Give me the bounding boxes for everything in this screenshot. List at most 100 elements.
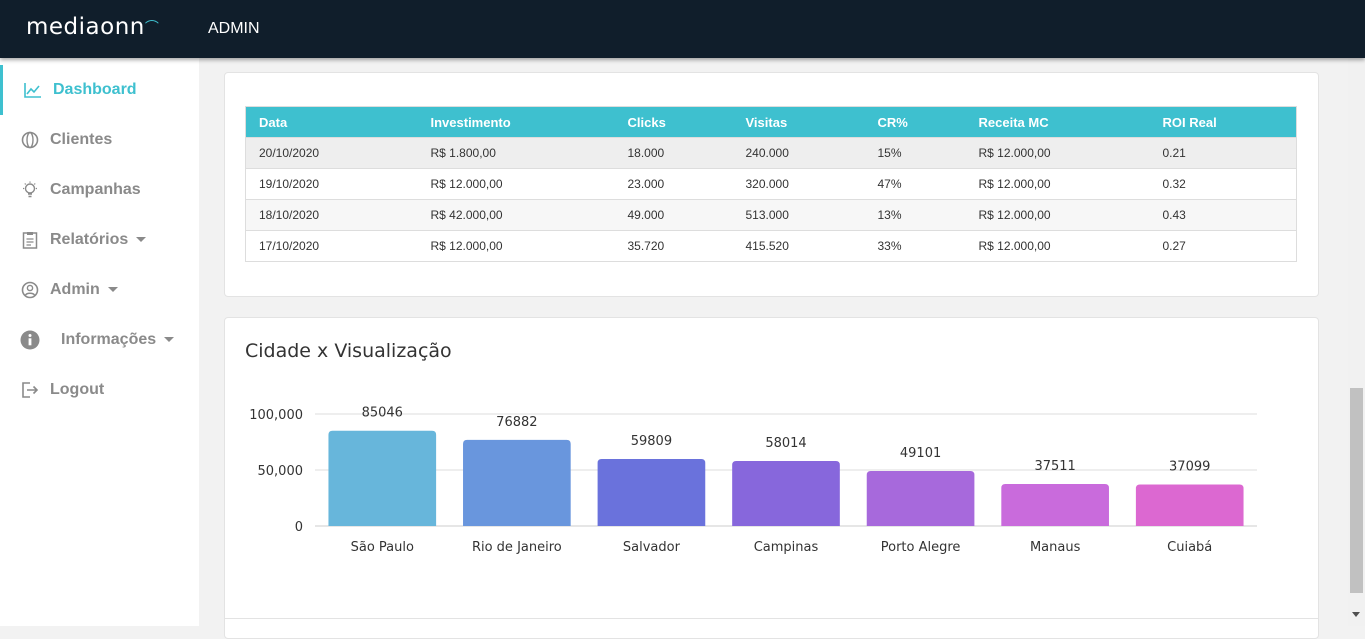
- table-cell: 0.43: [1149, 199, 1297, 231]
- table-cell: R$ 12.000,00: [965, 168, 1150, 200]
- table-cell: 513.000: [732, 199, 865, 231]
- chevron-down-icon: [136, 237, 147, 243]
- sidebar-item-label: Logout: [50, 381, 105, 398]
- bar-value-label: 58014: [765, 436, 806, 451]
- sidebar-item-campanhas[interactable]: Campanhas: [0, 165, 199, 215]
- chevron-down-icon: [164, 337, 175, 343]
- sidebar-item-label: Relatórios: [50, 231, 147, 249]
- info-icon: [20, 330, 40, 350]
- card-divider: [225, 618, 1318, 619]
- table-cell: R$ 12.000,00: [417, 230, 615, 262]
- logo-text: mediaonn: [26, 14, 145, 40]
- bar-value-label: 76882: [496, 415, 537, 430]
- column-header-visitas[interactable]: Visitas: [732, 106, 865, 138]
- chart-title: Cidade x Visualização: [245, 340, 452, 362]
- chart-bar: [866, 471, 975, 526]
- column-header-data[interactable]: Data: [245, 106, 418, 138]
- logo-swish-icon: ⌒: [144, 20, 160, 36]
- y-tick-label: 0: [295, 520, 303, 535]
- x-tick-label: Rio de Janeiro: [472, 540, 562, 555]
- chart-bar: [1135, 484, 1244, 526]
- column-header-roi-real[interactable]: ROI Real: [1149, 106, 1297, 138]
- table-row: 19/10/2020 R$ 12.000,00 23.000 320.000 4…: [245, 168, 1297, 200]
- table-cell: 23.000: [614, 168, 733, 200]
- column-header-clicks[interactable]: Clicks: [614, 106, 733, 138]
- table-cell: 47%: [864, 168, 966, 200]
- table-cell: 0.32: [1149, 168, 1297, 200]
- table-cell: R$ 12.000,00: [965, 137, 1150, 169]
- sidebar-item-label: Informações: [61, 331, 175, 349]
- table-cell: 35.720: [614, 230, 733, 262]
- sidebar-item-logout[interactable]: Logout: [0, 365, 199, 415]
- table-cell: R$ 12.000,00: [965, 230, 1150, 262]
- logout-icon: [20, 380, 40, 400]
- bar-value-label: 59809: [631, 434, 672, 449]
- chart-bar: [597, 459, 706, 526]
- table-header-row: Data Investimento Clicks Visitas CR% Rec…: [245, 106, 1297, 138]
- table-cell: 33%: [864, 230, 966, 262]
- column-header-receita-mc[interactable]: Receita MC: [965, 106, 1150, 138]
- sidebar-item-clientes[interactable]: Clientes: [0, 115, 199, 165]
- sidebar-item-admin[interactable]: Admin: [0, 265, 199, 315]
- x-tick-label: Manaus: [1030, 540, 1081, 555]
- bar-value-label: 37511: [1034, 459, 1075, 474]
- table-cell: 17/10/2020: [245, 230, 418, 262]
- table-row: 18/10/2020 R$ 42.000,00 49.000 513.000 1…: [245, 199, 1297, 231]
- table-row: 17/10/2020 R$ 12.000,00 35.720 415.520 3…: [245, 230, 1297, 262]
- table-cell: 20/10/2020: [245, 137, 418, 169]
- column-header-investimento[interactable]: Investimento: [417, 106, 615, 138]
- bar-value-label: 85046: [362, 406, 403, 421]
- scrollbar-thumb[interactable]: [1350, 388, 1363, 593]
- sidebar-item-label: Clientes: [50, 131, 113, 148]
- globe-icon: [20, 130, 40, 150]
- brand-logo[interactable]: mediaonn⌒: [26, 14, 159, 40]
- user-circle-icon: [20, 280, 40, 300]
- sidebar-item-label: Admin: [50, 281, 118, 299]
- chart-bar: [1001, 483, 1109, 526]
- report-table: Data Investimento Clicks Visitas CR% Rec…: [245, 106, 1297, 262]
- x-tick-label: Campinas: [754, 540, 819, 555]
- top-navbar: mediaonn⌒ ADMIN: [0, 0, 1365, 58]
- table-cell: 18.000: [614, 137, 733, 169]
- table-cell: 320.000: [732, 168, 865, 200]
- page-scrollbar[interactable]: [1348, 58, 1365, 626]
- sidebar-item-dashboard[interactable]: Dashboard: [0, 65, 199, 115]
- table-cell: 15%: [864, 137, 966, 169]
- chart-card: Cidade x Visualização 0 50,000 100,000 8504…: [224, 317, 1319, 639]
- chart-line-icon: [23, 80, 43, 100]
- sidebar: Dashboard Clientes Campanhas Relatórios …: [0, 58, 199, 626]
- x-tick-label: Salvador: [623, 540, 681, 555]
- clipboard-icon: [20, 230, 40, 250]
- table-cell: 13%: [864, 199, 966, 231]
- bar-value-label: 49101: [900, 446, 941, 461]
- chart-bar: [328, 430, 437, 526]
- table-cell: R$ 12.000,00: [965, 199, 1150, 231]
- table-cell: 19/10/2020: [245, 168, 418, 200]
- table-cell: 0.21: [1149, 137, 1297, 169]
- table-cell: 18/10/2020: [245, 199, 418, 231]
- table-cell: R$ 42.000,00: [417, 199, 615, 231]
- y-tick-label: 50,000: [258, 464, 304, 479]
- sidebar-item-relatorios[interactable]: Relatórios: [0, 215, 199, 265]
- chart-bar: [732, 461, 840, 526]
- bar-value-label: 37099: [1169, 459, 1210, 474]
- table-cell: 0.27: [1149, 230, 1297, 262]
- table-cell: 415.520: [732, 230, 865, 262]
- sidebar-item-label: Campanhas: [50, 181, 141, 198]
- bar-chart: 0 50,000 100,000 85046 São Paulo 76882 Rio de …: [249, 406, 1257, 555]
- lightbulb-icon: [20, 180, 40, 200]
- chart-bar: [463, 439, 571, 526]
- table-cell: R$ 12.000,00: [417, 168, 615, 200]
- chevron-down-icon: [107, 287, 118, 293]
- scroll-down-arrow-icon[interactable]: [1352, 612, 1360, 617]
- y-tick-label: 100,000: [249, 408, 303, 423]
- sidebar-item-label: Dashboard: [53, 81, 137, 98]
- sidebar-item-informacoes[interactable]: Informações: [0, 315, 199, 365]
- section-label: ADMIN: [208, 20, 260, 37]
- table-cell: 240.000: [732, 137, 865, 169]
- x-tick-label: Cuiabá: [1167, 540, 1212, 555]
- table-cell: R$ 1.800,00: [417, 137, 615, 169]
- x-tick-label: São Paulo: [351, 540, 414, 555]
- column-header-cr[interactable]: CR%: [864, 106, 966, 138]
- table-row: 20/10/2020 R$ 1.800,00 18.000 240.000 15…: [245, 137, 1297, 169]
